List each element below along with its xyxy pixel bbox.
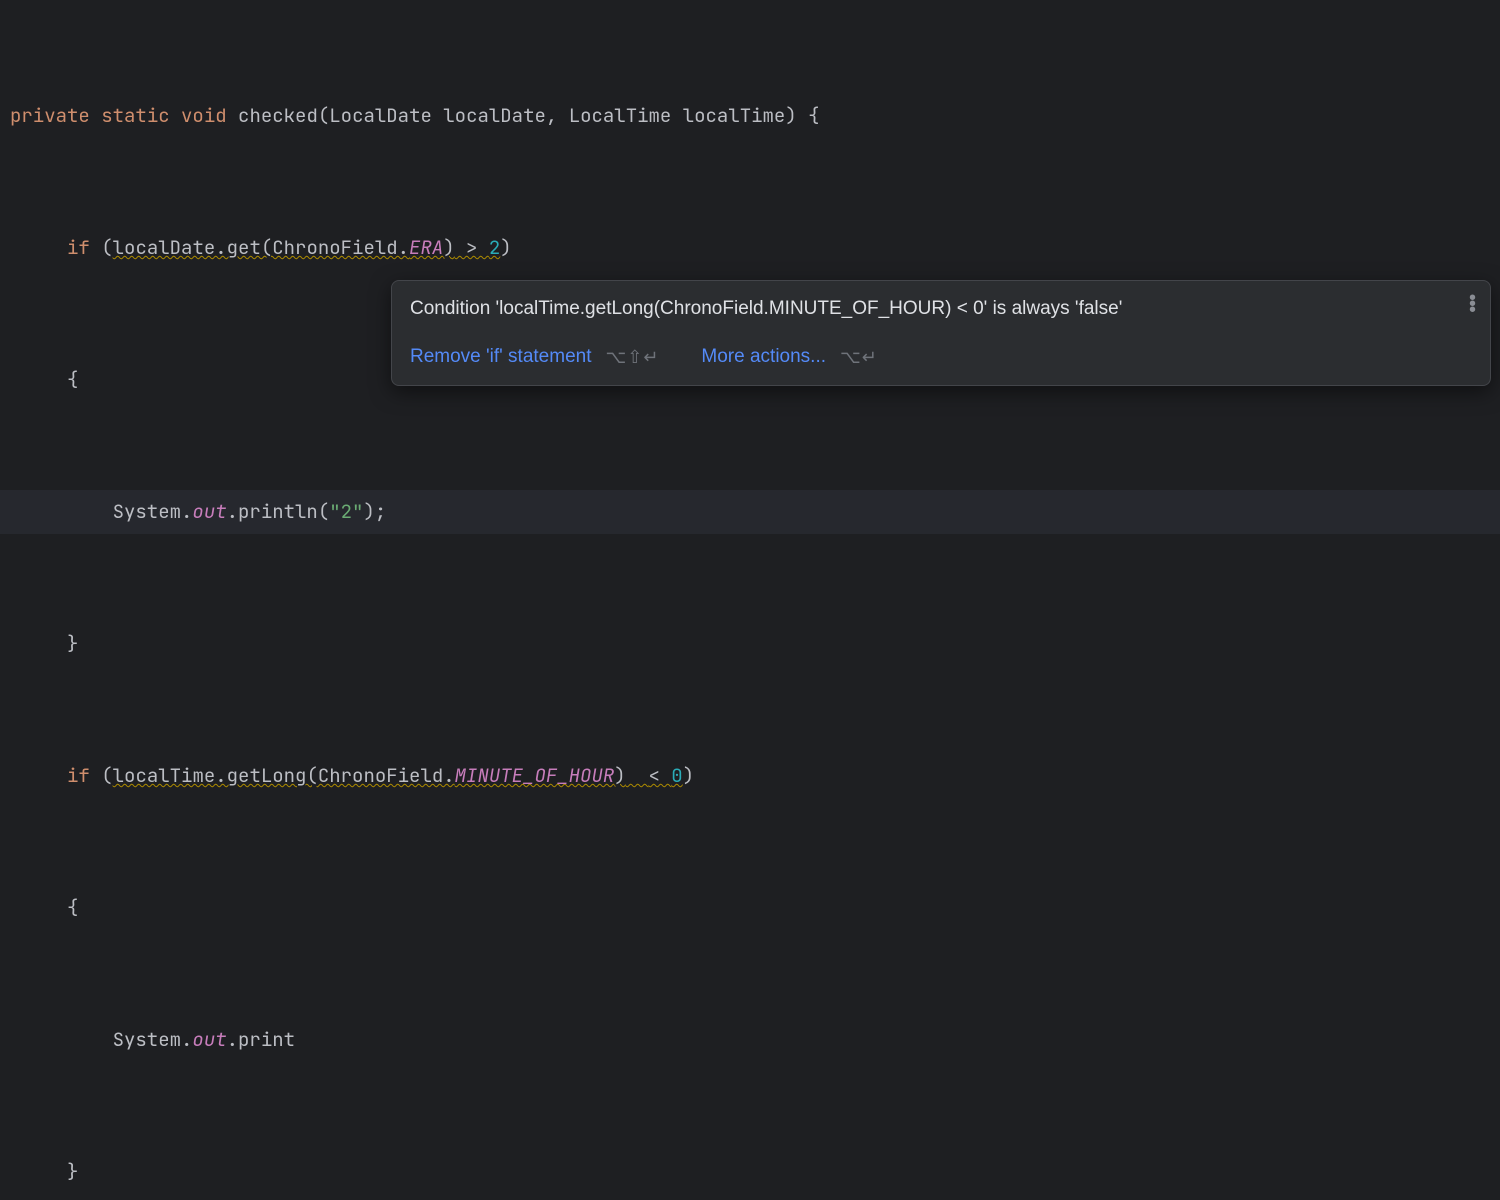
param: localTime [683, 103, 786, 128]
keyword-static: static [101, 103, 169, 128]
type: LocalDate [329, 103, 432, 128]
code-line[interactable]: if (localTime.getLong(ChronoField.MINUTE… [10, 754, 1500, 798]
code-line[interactable]: System.out.print [10, 1018, 1500, 1062]
operator: > [455, 235, 489, 260]
expression: localDate.get(ChronoField. [113, 235, 409, 260]
string-literal: "2" [329, 499, 363, 524]
keyword-void: void [181, 103, 227, 128]
static-field: out [192, 1027, 226, 1052]
paren: ( [90, 235, 113, 260]
code-line-caret[interactable]: System.out.println("2"); [0, 490, 1500, 534]
keyword-private: private [10, 103, 90, 128]
code-editor[interactable]: private static void checked(LocalDate lo… [0, 0, 1500, 1200]
tooltip-message: Condition 'localTime.getLong(ChronoField… [410, 295, 1472, 323]
method-name: checked [238, 103, 318, 128]
param: localDate [443, 103, 546, 128]
code-line[interactable]: private static void checked(LocalDate lo… [10, 94, 1500, 138]
number: 0 [671, 763, 682, 788]
class-ref: System. [113, 1027, 193, 1052]
tooltip-actions: Remove 'if' statement ⌥⇧↵ More actions..… [410, 343, 1472, 371]
expression: localTime.getLong(ChronoField. [113, 763, 455, 788]
code-line[interactable]: { [10, 886, 1500, 930]
close: ); [363, 499, 386, 524]
code-line[interactable]: if (localDate.get(ChronoField.ERA) > 2) [10, 226, 1500, 270]
comma: , [546, 103, 569, 128]
static-field: out [192, 499, 226, 524]
shortcut-label: ⌥⇧↵ [606, 343, 660, 371]
quickfix-remove-if[interactable]: Remove 'if' statement [410, 343, 592, 371]
code-line[interactable]: } [10, 1150, 1500, 1194]
paren: ) [785, 103, 796, 128]
paren: ( [90, 763, 113, 788]
paren: ) [683, 763, 694, 788]
operator: < [648, 763, 671, 788]
expression-close: ) [614, 763, 625, 788]
method-call: .print [227, 1027, 295, 1052]
expression-close: ) [443, 235, 454, 260]
brace: { [67, 895, 78, 920]
brace: } [67, 631, 78, 656]
paren: ( [318, 103, 329, 128]
enum-constant: ERA [409, 235, 443, 260]
type: LocalTime [569, 103, 672, 128]
warning-span[interactable]: localTime.getLong(ChronoField.MINUTE_OF_… [113, 763, 683, 788]
more-icon[interactable]: ••• [1469, 295, 1474, 313]
inspection-tooltip: ••• Condition 'localTime.getLong(ChronoF… [391, 280, 1491, 386]
number: 2 [489, 235, 500, 260]
warning-span[interactable]: localDate.get(ChronoField.ERA) > 2 [113, 235, 501, 260]
method-call: .println( [227, 499, 330, 524]
brace: { [797, 103, 820, 128]
paren: ) [500, 235, 511, 260]
spaces [626, 763, 649, 788]
code-line[interactable]: } [10, 622, 1500, 666]
shortcut-label: ⌥↵ [840, 343, 878, 371]
brace: } [67, 1159, 78, 1184]
more-actions-link[interactable]: More actions... [701, 343, 826, 371]
keyword-if: if [67, 235, 90, 260]
brace: { [67, 367, 78, 392]
class-ref: System. [113, 499, 193, 524]
keyword-if: if [67, 763, 90, 788]
enum-constant: MINUTE_OF_HOUR [455, 763, 615, 788]
